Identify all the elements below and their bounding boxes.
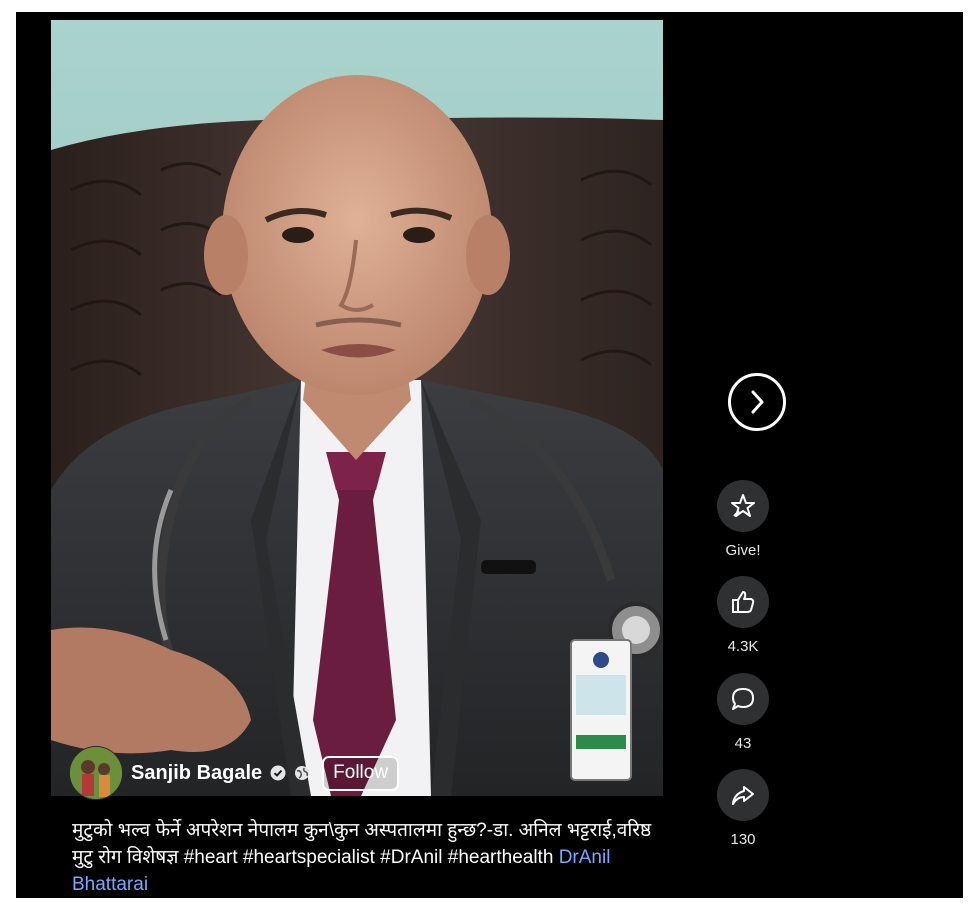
author-name[interactable]: Sanjib Bagale [131,762,262,785]
share-arrow-icon [732,786,754,805]
post-author: Sanjib Bagale Follow [69,746,400,800]
next-reel-button[interactable] [728,373,786,431]
like-button[interactable] [717,576,769,628]
post-caption: मुटुको भल्व फेर्ने अपरेशन नेपालम कुन\कुन… [72,817,662,898]
thumbs-up-icon [732,591,755,613]
verified-badge-icon [270,765,286,781]
author-avatar[interactable] [69,746,123,800]
follow-button[interactable]: Follow [322,755,400,791]
give-button[interactable] [717,480,769,532]
give-action[interactable]: Give! [716,480,770,559]
share-action[interactable]: 130 [716,769,770,848]
share-button[interactable] [717,769,769,821]
video-player[interactable] [51,20,663,796]
comment-bubble-icon [732,688,754,710]
video-frame-image [51,20,663,796]
comment-count: 43 [734,735,752,752]
give-label: Give! [725,542,761,559]
chevron-right-icon [751,390,764,414]
share-count: 130 [730,831,756,848]
like-action[interactable]: 4.3K [716,576,770,655]
globe-icon [295,766,310,780]
comment-action[interactable]: 43 [716,673,770,752]
reel-viewer: Sanjib Bagale Follow मुटुको भल्व फेर्ने … [16,12,963,898]
like-count: 4.3K [727,638,759,655]
star-gift-icon [731,494,755,517]
comment-button[interactable] [717,673,769,725]
